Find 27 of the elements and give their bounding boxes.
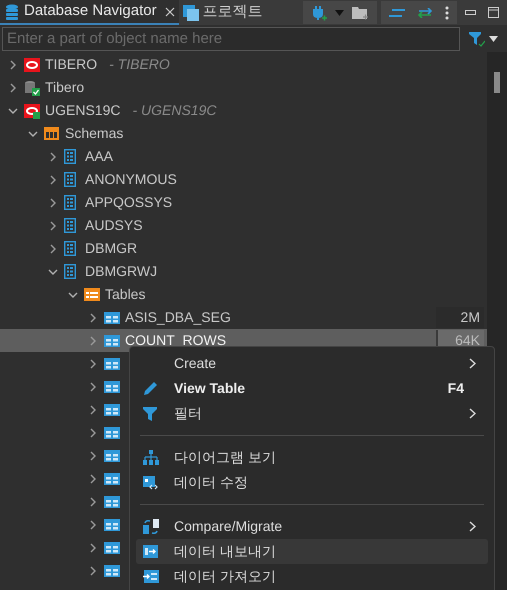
menu-label: View Table [174,379,246,398]
tab-label: Database Navigator [24,1,157,22]
menu-label: Compare/Migrate [174,517,282,536]
node-label: Schemas [65,124,124,143]
node-description: - UGENS19C [132,101,216,120]
menu-label: Create [174,354,216,373]
menu-label: 데이터 가져오기 [174,567,276,586]
node-description: - TIBERO [109,55,170,74]
node-label: Tibero [45,78,84,97]
shortcut-label: F4 [448,379,464,398]
tab-label: 프로젝트 [202,2,263,22]
node-label: AUDSYS [85,216,143,235]
node-label: ANONYMOUS [85,170,177,189]
node-label: ASIS_DBA_SEG [125,308,231,327]
node-label: APPQOSSYS [85,193,172,212]
size-label: 2M [436,307,484,328]
node-label: Tables [105,285,146,304]
node-label: AAA [85,147,114,166]
node-label: UGENS19C [45,101,120,120]
menu-label: 다이어그램 보기 [174,448,276,467]
node-label: DBMGR [85,239,138,258]
node-label: TIBERO [45,55,98,74]
node-label: COUNT_ROWS [125,331,226,350]
menu-label: 데이터 내보내기 [174,542,276,561]
menu-label: 데이터 수정 [174,473,248,492]
node-label: DBMGRWJ [85,262,158,281]
menu-label: 필터 [174,404,202,423]
